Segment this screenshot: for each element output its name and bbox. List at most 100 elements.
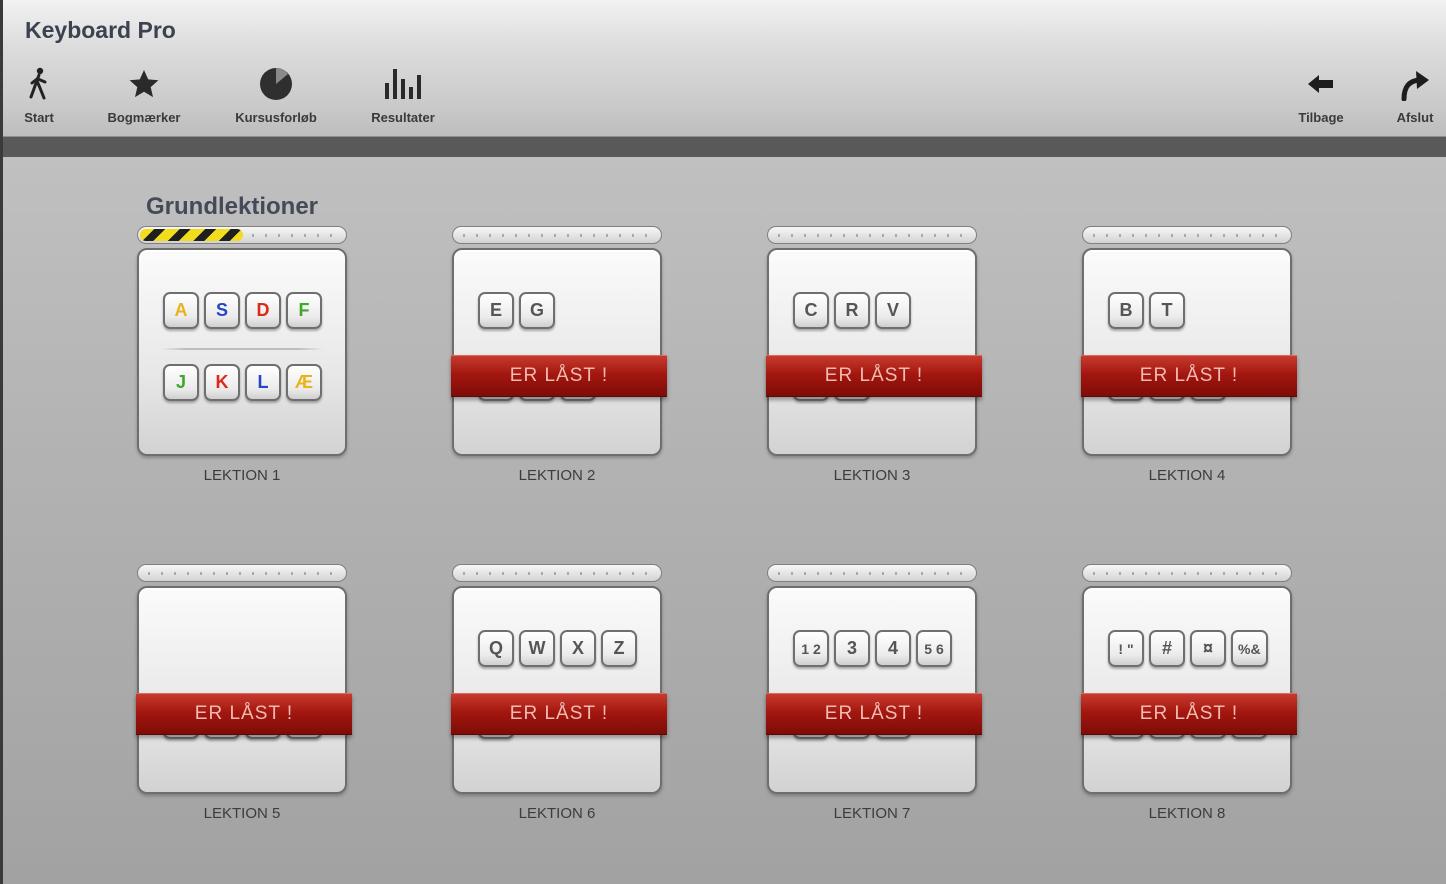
bar-chart-icon <box>362 58 444 110</box>
exit-arrow-icon <box>1388 58 1442 110</box>
lesson-card[interactable]: 1 2345 67 890ER LÅST ! LEKTION 7 <box>766 564 982 834</box>
lesson-progress-bar <box>767 226 977 244</box>
lesson-title: LEKTION 5 <box>203 805 281 822</box>
locked-banner: ER LÅST ! <box>1081 693 1297 735</box>
quit-button[interactable]: Afslut <box>1388 58 1442 136</box>
keycap: G <box>519 292 555 329</box>
progress-track <box>1093 234 1281 237</box>
quit-label: Afslut <box>1396 110 1434 125</box>
progress-track <box>463 572 651 575</box>
lesson-progress-bar <box>1082 564 1292 582</box>
keycap: R <box>834 292 870 329</box>
lesson-progress-bar <box>767 564 977 582</box>
start-label: Start <box>24 110 54 125</box>
keycap: # <box>1149 630 1185 667</box>
lesson-card[interactable]: A S D F J K L Æ LEKTION 1 <box>137 226 347 496</box>
locked-banner: ER LÅST ! <box>766 693 982 735</box>
keycap: 5 6 <box>916 630 952 667</box>
keycap: %& <box>1231 630 1268 667</box>
lesson-progress-bar <box>452 564 662 582</box>
lesson-progress-bar <box>1082 226 1292 244</box>
status-bar <box>0 137 1446 157</box>
lesson-card[interactable]: ! "#¤%&/ ()=?ER LÅST ! LEKTION 8 <box>1081 564 1297 834</box>
lesson-keycap-panel: EGHIØER LÅST ! <box>451 248 667 456</box>
lesson-keycap-panel: 1 2345 67 890ER LÅST ! <box>766 586 982 794</box>
keycap-row-top: ASDF <box>163 292 322 329</box>
lesson-keycap-panel: QWXZ-ER LÅST ! <box>451 586 667 794</box>
locked-banner: ER LÅST ! <box>1081 355 1297 397</box>
section-title: Grundlektioner <box>146 193 319 220</box>
keycap: Q <box>478 630 514 667</box>
keycap-row-bottom: JKLÆ <box>163 364 322 401</box>
bookmarks-button[interactable]: Bogmærker <box>100 58 188 136</box>
lesson-title: LEKTION 4 <box>1148 467 1226 484</box>
keycap-row-top: CRV <box>793 292 911 329</box>
progress-track <box>463 234 651 237</box>
progress-fill <box>140 229 243 241</box>
keycap: ¤ <box>1190 630 1226 667</box>
keycap: B <box>1108 292 1144 329</box>
keycap: T <box>1149 292 1185 329</box>
lesson-title: LEKTION 3 <box>833 467 911 484</box>
start-button[interactable]: Start <box>14 58 64 136</box>
results-button[interactable]: Resultater <box>362 58 444 136</box>
locked-banner: ER LÅST ! <box>766 355 982 397</box>
lesson-card[interactable]: QWXZ-ER LÅST ! LEKTION 6 <box>451 564 667 834</box>
row-divider <box>161 348 323 350</box>
lesson-card[interactable]: BTNMPER LÅST ! LEKTION 4 <box>1081 226 1297 496</box>
bookmarks-label: Bogmærker <box>107 110 181 125</box>
lesson-keycap-panel: ! "#¤%&/ ()=?ER LÅST ! <box>1081 586 1297 794</box>
keycap: 3 <box>834 630 870 667</box>
keycap: K <box>204 364 240 401</box>
lesson-progress-bar <box>137 226 347 244</box>
progress-track <box>778 572 966 575</box>
keycap: V <box>875 292 911 329</box>
keycap-row-top: ! " # ¤ %& <box>1108 630 1268 667</box>
keycap: L <box>245 364 281 401</box>
keycap: D <box>245 292 281 329</box>
lesson-keycap-panel: OÅ,.ER LÅST ! <box>136 586 352 794</box>
keycap-row-top: BT <box>1108 292 1185 329</box>
keycap: J <box>163 364 199 401</box>
window-edge <box>0 0 3 884</box>
star-icon <box>100 58 188 110</box>
lesson-keycap-panel: ASDF JKLÆ <box>137 248 347 456</box>
progress-track <box>148 572 336 575</box>
lesson-card[interactable]: CRVYUER LÅST ! LEKTION 3 <box>766 226 982 496</box>
keycap: C <box>793 292 829 329</box>
keycap: W <box>519 630 555 667</box>
lesson-title: LEKTION 6 <box>518 805 596 822</box>
lesson-keycap-panel: BTNMPER LÅST ! <box>1081 248 1297 456</box>
keycap: F <box>286 292 322 329</box>
pie-progress-icon <box>228 58 324 110</box>
keycap: X <box>560 630 596 667</box>
lesson-title: LEKTION 1 <box>203 467 281 484</box>
keycap: Æ <box>286 364 322 401</box>
back-label: Tilbage <box>1298 110 1344 125</box>
back-button[interactable]: Tilbage <box>1289 58 1353 136</box>
lesson-progress-bar <box>137 564 347 582</box>
course-label: Kursusforløb <box>235 110 317 125</box>
app-title: Keyboard Pro <box>25 17 176 43</box>
lesson-card[interactable]: OÅ,.ER LÅST ! LEKTION 5 <box>136 564 352 834</box>
lesson-title: LEKTION 2 <box>518 467 596 484</box>
course-button[interactable]: Kursusforløb <box>228 58 324 136</box>
lesson-title: LEKTION 8 <box>1148 805 1226 822</box>
lesson-keycap-panel: CRVYUER LÅST ! <box>766 248 982 456</box>
keycap: A <box>163 292 199 329</box>
keycap: S <box>204 292 240 329</box>
walking-person-icon <box>14 58 64 110</box>
keycap: ! " <box>1108 630 1144 667</box>
lesson-card[interactable]: EGHIØER LÅST ! LEKTION 2 <box>451 226 667 496</box>
locked-banner: ER LÅST ! <box>136 693 352 735</box>
results-label: Resultater <box>371 110 435 125</box>
keycap-row-top: EG <box>478 292 555 329</box>
progress-track <box>1093 572 1281 575</box>
keycap: E <box>478 292 514 329</box>
keycap: Z <box>601 630 637 667</box>
back-arrow-icon <box>1289 58 1353 110</box>
toolbar: Keyboard Pro Start Bogmærker Kursusforlø… <box>0 0 1446 137</box>
progress-track <box>778 234 966 237</box>
lesson-title: LEKTION 7 <box>833 805 911 822</box>
locked-banner: ER LÅST ! <box>451 693 667 735</box>
